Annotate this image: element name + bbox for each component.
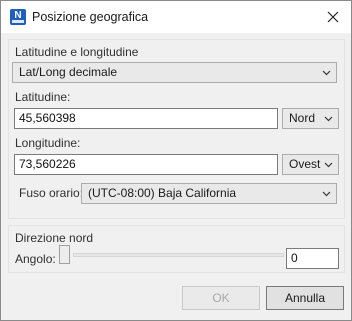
angle-input[interactable]: 0 bbox=[286, 248, 339, 269]
angle-slider-handle[interactable] bbox=[59, 245, 70, 264]
close-button[interactable] bbox=[323, 7, 343, 27]
format-select[interactable]: Lat/Long decimale bbox=[12, 62, 337, 83]
format-select-value: Lat/Long decimale bbox=[19, 65, 118, 79]
title-bar: N Posizione geografica bbox=[1, 1, 351, 33]
timezone-select[interactable]: (UTC-08:00) Baja California bbox=[81, 183, 337, 204]
app-icon-letter: N bbox=[14, 9, 22, 21]
north-group-title: Direzione nord bbox=[15, 231, 94, 245]
chevron-down-icon bbox=[324, 162, 333, 168]
angle-slider-track[interactable] bbox=[73, 253, 284, 257]
chevron-down-icon bbox=[322, 191, 331, 197]
dialog-title: Posizione geografica bbox=[32, 10, 149, 24]
chevron-down-icon bbox=[322, 70, 331, 76]
longitude-hemisphere-select[interactable]: Ovest bbox=[282, 154, 339, 175]
app-icon: N bbox=[10, 9, 26, 25]
angle-label: Angolo: bbox=[15, 252, 56, 266]
latitude-input[interactable]: 45,560398 bbox=[14, 108, 278, 129]
north-direction-group: Direzione nord Angolo: 0 bbox=[8, 225, 345, 273]
longitude-input[interactable]: 73,560226 bbox=[14, 154, 278, 175]
coords-group-title: Latitudine e longitudine bbox=[15, 45, 139, 59]
latitude-label: Latitudine: bbox=[15, 90, 71, 104]
ok-button[interactable]: OK bbox=[182, 286, 260, 310]
latitude-hemisphere-select[interactable]: Nord bbox=[282, 108, 339, 129]
close-icon bbox=[327, 11, 339, 23]
timezone-select-value: (UTC-08:00) Baja California bbox=[88, 186, 237, 200]
cancel-button[interactable]: Annulla bbox=[266, 286, 344, 310]
longitude-hemisphere-value: Ovest bbox=[289, 157, 321, 171]
geo-location-dialog: N Posizione geografica Latitudine e long… bbox=[0, 0, 352, 321]
timezone-label: Fuso orario: bbox=[19, 186, 84, 200]
latitude-hemisphere-value: Nord bbox=[289, 111, 316, 125]
coords-group: Latitudine e longitudine Lat/Long decima… bbox=[8, 39, 345, 219]
chevron-down-icon bbox=[324, 116, 333, 122]
longitude-label: Longitudine: bbox=[15, 136, 81, 150]
